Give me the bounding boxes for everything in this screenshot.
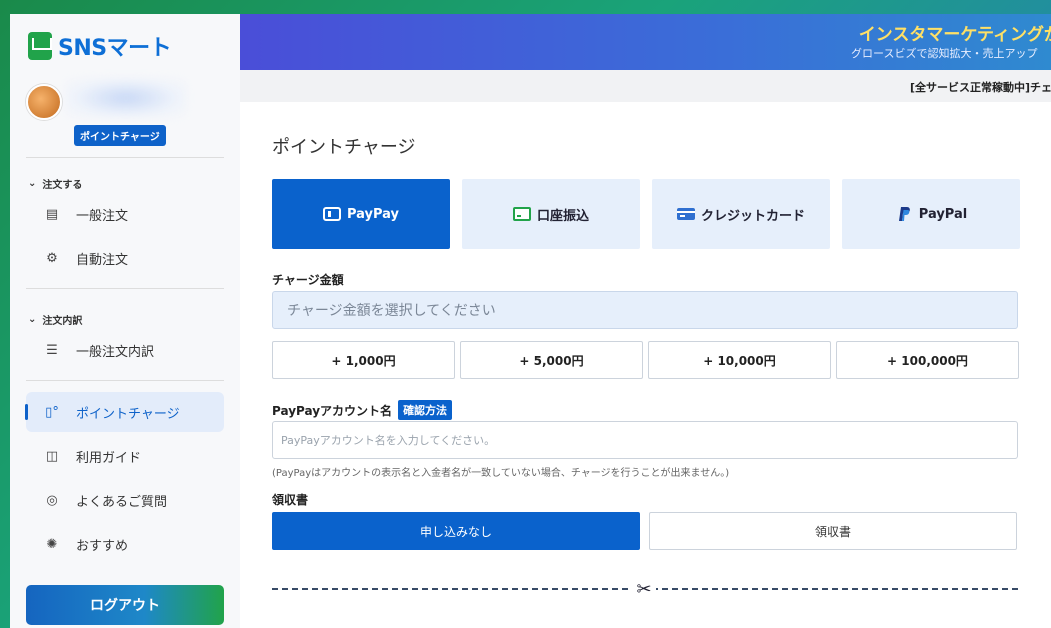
confirm-method-badge[interactable]: 確認方法 <box>398 400 453 420</box>
scissors-icon: ✂ <box>632 578 656 600</box>
tab-label: PayPay <box>346 206 400 222</box>
paypay-icon <box>322 207 341 221</box>
amount-placeholder: チャージ金額を選択してください <box>287 303 496 319</box>
sidebar-item-label: 一般注文 <box>76 208 129 224</box>
divider <box>26 157 224 158</box>
notice-bar: [全サービス正常稼動中]チェ <box>240 70 1051 102</box>
bank-icon <box>512 207 531 221</box>
tab-paypal[interactable]: PayPal <box>842 179 1020 249</box>
tab-label: PayPal <box>918 206 968 222</box>
banner-subtitle: グロースビズで認知拡大・売上アップ <box>851 47 1038 60</box>
document-icon: ☰ <box>46 342 58 358</box>
sidebar-item-faq[interactable]: ◎ よくあるご質問 <box>26 480 224 520</box>
sidebar-item-label: 自動注文 <box>76 252 129 268</box>
section-order-history[interactable]: ⌄ 注文内訳 <box>28 312 82 327</box>
amount-quick-buttons: + 1,000円 + 5,000円 + 10,000円 + 100,000円 <box>272 341 1019 379</box>
amount-100000-button[interactable]: + 100,000円 <box>836 341 1019 379</box>
sidebar-item-point-charge[interactable]: ▯° ポイントチャージ <box>25 392 224 432</box>
page-title: ポイントチャージ <box>272 137 416 158</box>
sidebar-item-auto-order[interactable]: ⚙ 自動注文 <box>26 238 224 278</box>
profile <box>26 78 186 120</box>
sidebar: SNSマート ポイントチャージ ⌄ 注文する ▤ 一般注文 ⚙ 自動注文 ⌄ 注… <box>10 14 240 628</box>
divider <box>26 288 224 289</box>
chevron-down-icon: ⌄ <box>28 178 37 189</box>
logout-button[interactable]: ログアウト <box>26 585 224 625</box>
tab-bank-transfer[interactable]: 口座振込 <box>462 179 640 249</box>
logo[interactable]: SNSマート <box>28 30 172 62</box>
account-label-row: PayPayアカウント名 確認方法 <box>272 400 453 420</box>
amount-10000-button[interactable]: + 10,000円 <box>648 341 831 379</box>
list-icon: ▤ <box>45 206 59 222</box>
section-order[interactable]: ⌄ 注文する <box>28 176 82 191</box>
gear-icon: ⚙ <box>46 250 58 266</box>
receipt-label: 領収書 <box>272 493 309 507</box>
sidebar-item-recommend[interactable]: ✺ おすすめ <box>26 524 224 564</box>
main-content: ポイントチャージ PayPay 口座振込 クレジットカード PayPal チャー… <box>240 102 1051 628</box>
tab-label: 口座振込 <box>536 208 589 224</box>
receipt-options: 申し込みなし 領収書 <box>272 512 1017 550</box>
paypay-account-input[interactable]: PayPayアカウント名を入力してください。 <box>272 421 1018 459</box>
sidebar-item-label: おすすめ <box>76 538 129 554</box>
chevron-down-icon: ⌄ <box>28 314 37 325</box>
sidebar-item-label: 一般注文内訳 <box>76 344 155 360</box>
tab-label: クレジットカード <box>700 208 805 224</box>
service-status-notice: [全サービス正常稼動中]チェ <box>910 81 1051 94</box>
section-title: 注文する <box>42 180 83 191</box>
point-charge-badge[interactable]: ポイントチャージ <box>74 125 166 146</box>
sidebar-item-general-order-history[interactable]: ☰ 一般注文内訳 <box>26 330 224 370</box>
blurred-username <box>66 78 186 118</box>
active-indicator <box>25 404 28 420</box>
help-icon: ◎ <box>46 492 58 508</box>
credit-card-icon <box>676 207 695 221</box>
sidebar-item-guide[interactable]: ◫ 利用ガイド <box>26 436 224 476</box>
amount-label: チャージ金額 <box>272 273 344 287</box>
tab-credit-card[interactable]: クレジットカード <box>652 179 830 249</box>
promo-banner[interactable]: インスタマーケティングが グロースビズで認知拡大・売上アップ <box>240 14 1051 70</box>
sidebar-item-general-order[interactable]: ▤ 一般注文 <box>26 194 224 234</box>
account-placeholder: PayPayアカウント名を入力してください。 <box>281 434 496 447</box>
amount-select[interactable]: チャージ金額を選択してください <box>272 291 1018 329</box>
sidebar-item-label: 利用ガイド <box>76 450 142 466</box>
paypal-icon <box>895 207 913 221</box>
recommend-icon: ✺ <box>46 536 58 552</box>
sidebar-item-label: よくあるご質問 <box>76 494 168 510</box>
book-icon: ◫ <box>45 448 59 464</box>
help-text: (PayPayはアカウントの表示名と入金者名が一致していない場合、チャージを行う… <box>272 468 730 479</box>
divider <box>26 380 224 381</box>
section-title: 注文内訳 <box>42 316 83 327</box>
banner-title: インスタマーケティングが <box>858 25 1051 45</box>
logo-text: SNSマート <box>58 36 172 61</box>
point-charge-icon: ▯° <box>45 404 59 420</box>
sidebar-item-label: ポイントチャージ <box>76 406 180 422</box>
tab-paypay[interactable]: PayPay <box>272 179 450 249</box>
amount-5000-button[interactable]: + 5,000円 <box>460 341 643 379</box>
no-receipt-button[interactable]: 申し込みなし <box>272 512 640 550</box>
payment-method-tabs: PayPay 口座振込 クレジットカード PayPal <box>272 179 1020 249</box>
account-label: PayPayアカウント名 <box>272 403 393 418</box>
receipt-button[interactable]: 領収書 <box>649 512 1017 550</box>
amount-1000-button[interactable]: + 1,000円 <box>272 341 455 379</box>
avatar[interactable] <box>26 84 62 120</box>
cart-logo-icon <box>28 32 52 60</box>
